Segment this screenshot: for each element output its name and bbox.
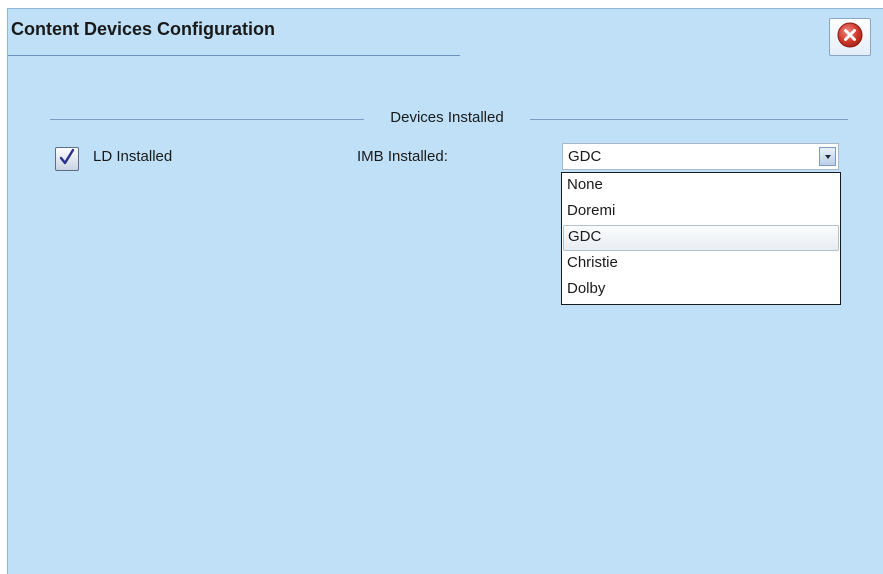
checkmark-icon (58, 148, 76, 171)
chevron-down-icon (824, 154, 831, 159)
dialog-title: Content Devices Configuration (11, 19, 276, 39)
group-divider-right (530, 119, 848, 120)
imb-option-christie[interactable]: Christie (562, 251, 840, 277)
imb-select-value: GDC (568, 148, 602, 165)
imb-option-gdc[interactable]: GDC (563, 225, 839, 251)
close-icon (837, 22, 863, 53)
group-divider-left (50, 119, 364, 120)
imb-option-dolby[interactable]: Dolby (562, 277, 840, 303)
imb-option-none[interactable]: None (562, 173, 840, 199)
dropdown-button[interactable] (819, 147, 836, 166)
title-underline (8, 55, 460, 56)
ld-installed-label: LD Installed (93, 148, 173, 165)
imb-installed-label: IMB Installed: (357, 148, 448, 165)
content-devices-dialog: Content Devices Configuration Devices In… (7, 8, 883, 574)
close-button[interactable] (829, 18, 871, 56)
ld-installed-checkbox[interactable] (55, 147, 79, 171)
imb-select[interactable]: GDC (562, 143, 839, 170)
imb-dropdown-list: None Doremi GDC Christie Dolby (561, 172, 841, 305)
devices-installed-heading: Devices Installed (390, 109, 504, 126)
imb-option-doremi[interactable]: Doremi (562, 199, 840, 225)
